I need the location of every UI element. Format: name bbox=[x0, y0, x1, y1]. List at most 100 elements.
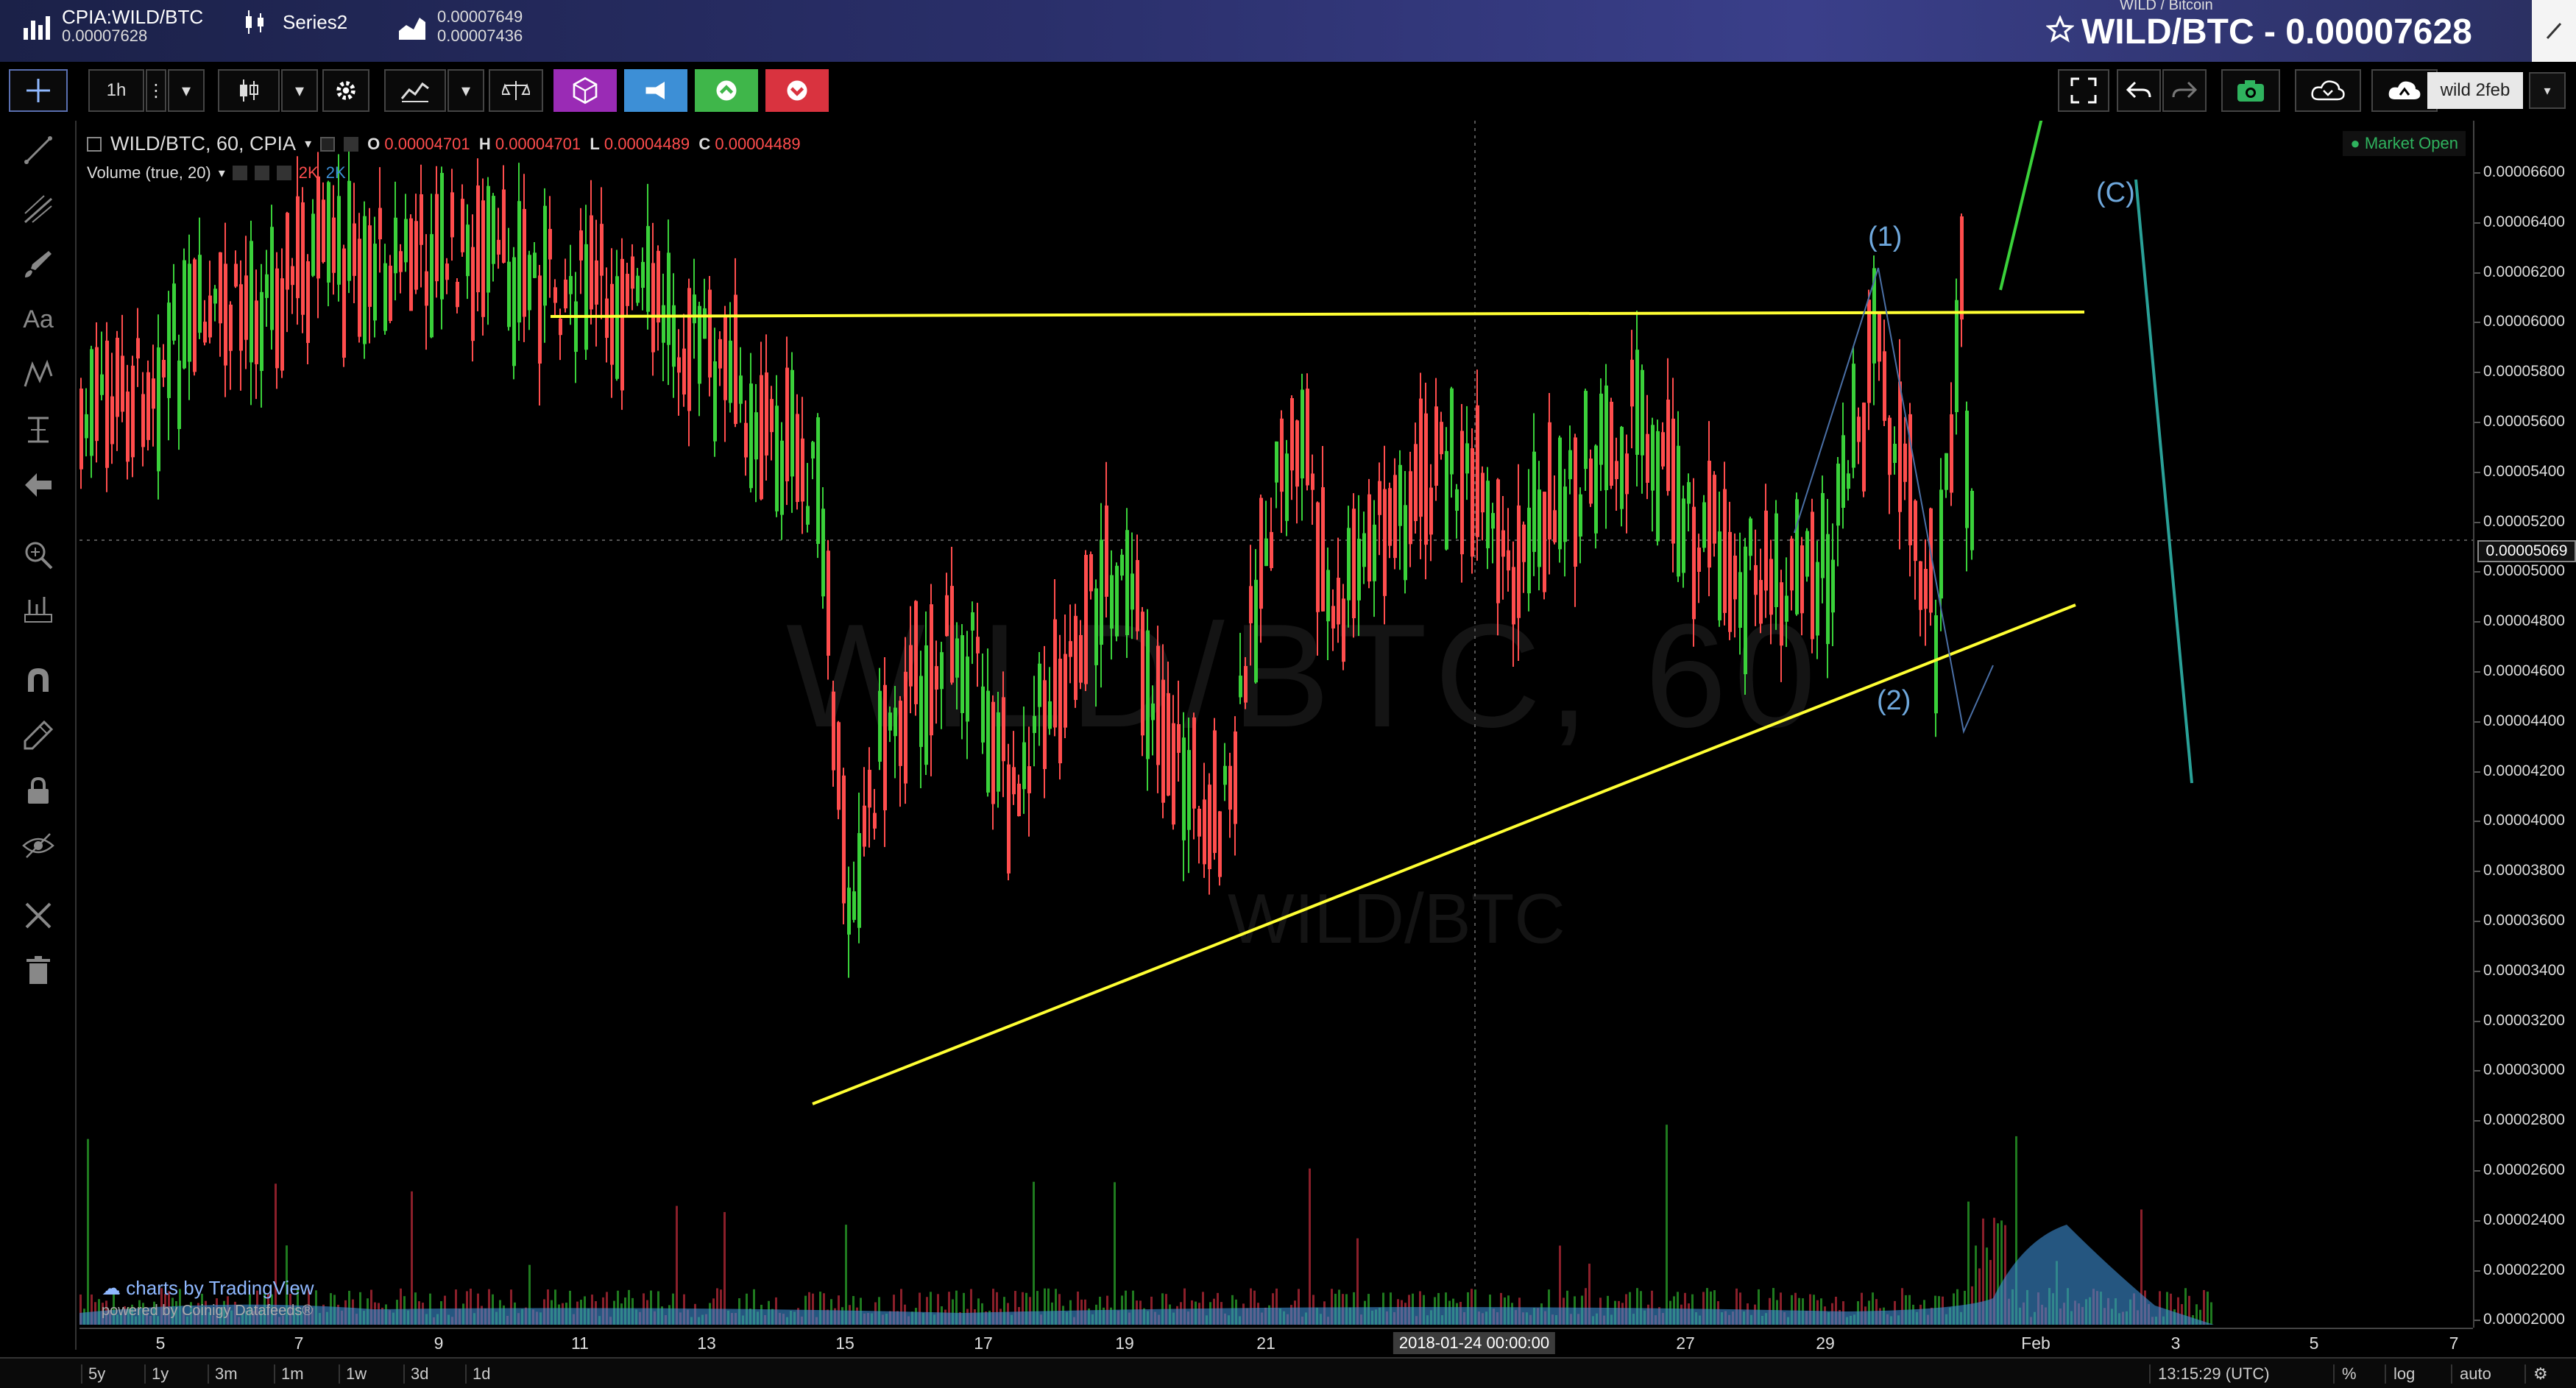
candle-body bbox=[590, 215, 593, 310]
wave-label-wave2[interactable]: (2) bbox=[1877, 685, 1911, 716]
trend-line-icon[interactable] bbox=[16, 128, 60, 172]
cloud-download-icon[interactable] bbox=[2295, 69, 2361, 112]
legend-toggle-icon[interactable] bbox=[87, 136, 102, 152]
candle-body bbox=[1486, 481, 1490, 548]
price-axis[interactable]: 0.00006600 0.00006400 0.00006200 0.00006000… bbox=[2473, 121, 2576, 1328]
megaphone-icon[interactable] bbox=[624, 69, 687, 112]
log-toggle[interactable]: log bbox=[2385, 1364, 2422, 1384]
candle-body bbox=[1759, 580, 1763, 624]
legend-title[interactable]: WILD/BTC, 60, CPIA bbox=[110, 132, 296, 155]
buy-up-icon[interactable] bbox=[695, 69, 758, 112]
candle-body bbox=[857, 833, 861, 928]
candle-body bbox=[1208, 785, 1211, 870]
indicators-icon[interactable] bbox=[384, 69, 446, 112]
interval-dropdown[interactable]: ▾ bbox=[168, 69, 205, 112]
symbol-block[interactable]: CPIA:WILD/BTC 0.00007628 bbox=[22, 7, 203, 46]
candle-body bbox=[888, 712, 892, 731]
range-button-1w[interactable]: 1w bbox=[339, 1364, 372, 1384]
brush-icon[interactable] bbox=[16, 242, 60, 286]
range-button-1d[interactable]: 1d bbox=[465, 1364, 496, 1384]
chart-type-dropdown[interactable]: ▾ bbox=[281, 69, 318, 112]
indicators-dropdown[interactable]: ▾ bbox=[447, 69, 484, 112]
magnet-icon[interactable] bbox=[16, 658, 60, 702]
measure-icon[interactable] bbox=[16, 408, 60, 452]
support-trendline[interactable] bbox=[812, 603, 2076, 1105]
candle-body bbox=[950, 586, 954, 683]
interval-button[interactable]: 1h bbox=[88, 69, 144, 112]
candle-body bbox=[1548, 422, 1551, 540]
candle-body bbox=[280, 278, 284, 371]
tradingview-logo-icon: ☁ bbox=[102, 1277, 121, 1299]
gear-icon[interactable] bbox=[322, 69, 369, 112]
fullscreen-icon[interactable] bbox=[2058, 69, 2109, 112]
candle-body bbox=[126, 392, 130, 462]
measure-ruler-icon[interactable] bbox=[16, 588, 60, 632]
tools-icon[interactable] bbox=[16, 893, 60, 938]
trash-icon[interactable] bbox=[16, 949, 60, 993]
tradingview-branding[interactable]: ☁ charts by TradingView powered by Coini… bbox=[102, 1278, 314, 1321]
candle-type-icon[interactable] bbox=[218, 69, 280, 112]
candle-body bbox=[662, 305, 665, 343]
settings-gear-icon[interactable]: ⚙ bbox=[2524, 1364, 2555, 1384]
legend-dropdown-icon[interactable]: ▾ bbox=[305, 136, 311, 152]
range-button-5y[interactable]: 5y bbox=[81, 1364, 111, 1384]
hide-drawings-icon[interactable] bbox=[16, 824, 60, 868]
cube-icon[interactable] bbox=[553, 69, 617, 112]
candle-body bbox=[1223, 765, 1227, 785]
candle-body bbox=[1290, 397, 1294, 471]
volume-dropdown-icon[interactable]: ▾ bbox=[219, 166, 225, 181]
candle-body bbox=[718, 339, 722, 369]
stay-in-drawing-icon[interactable] bbox=[16, 713, 60, 757]
candle-body bbox=[420, 194, 423, 245]
chart-pane[interactable]: WILD/BTC, 60 WILD/BTC (1) (2) (C) WILD/BTC… bbox=[79, 121, 2473, 1328]
range-button-3d[interactable]: 3d bbox=[403, 1364, 434, 1384]
volume-legend: Volume (true, 20) ▾ 2K 2K bbox=[87, 163, 346, 183]
candle-body bbox=[832, 691, 835, 771]
volume-settings-icon[interactable] bbox=[254, 166, 269, 180]
volume-eye-icon[interactable] bbox=[232, 166, 247, 180]
range-button-1m[interactable]: 1m bbox=[274, 1364, 310, 1384]
legend-settings-icon[interactable] bbox=[320, 136, 336, 152]
star-icon[interactable] bbox=[2045, 12, 2075, 52]
pair-title[interactable]: WILD/BTC - 0.00007628 bbox=[2045, 12, 2472, 52]
more-dots-icon[interactable]: ⋮ bbox=[146, 69, 166, 112]
crosshair-button[interactable] bbox=[9, 69, 68, 112]
pattern-icon[interactable] bbox=[16, 353, 60, 397]
lock-icon[interactable] bbox=[16, 768, 60, 812]
camera-icon[interactable] bbox=[2221, 69, 2280, 112]
redo-icon[interactable] bbox=[2162, 69, 2207, 112]
candle-body bbox=[760, 375, 763, 500]
range-button-1y[interactable]: 1y bbox=[144, 1364, 174, 1384]
legend-close-icon[interactable] bbox=[344, 136, 359, 152]
series-block[interactable]: Series2 bbox=[243, 7, 347, 37]
candle-body bbox=[1769, 559, 1773, 615]
compare-scale-icon[interactable] bbox=[489, 69, 543, 112]
arrow-left-icon[interactable] bbox=[16, 463, 60, 507]
time-axis[interactable]: 5 7 9 11 13 15 17 19 21 27 29 Feb 3 5 7 2018-01-24 00:0… bbox=[79, 1328, 2473, 1357]
candle-body bbox=[1136, 560, 1139, 631]
chart-layout-name[interactable]: wild 2feb bbox=[2427, 72, 2523, 109]
resistance-trendline[interactable] bbox=[550, 311, 2085, 318]
collapse-button[interactable] bbox=[2532, 0, 2576, 62]
volume-close-icon[interactable] bbox=[276, 166, 291, 180]
volume-title[interactable]: Volume (true, 20) bbox=[87, 163, 211, 183]
undo-icon[interactable] bbox=[2117, 69, 2161, 112]
wave-label-waveC[interactable]: (C) bbox=[2096, 177, 2135, 208]
percent-toggle[interactable]: % bbox=[2333, 1364, 2364, 1384]
candle-body bbox=[914, 601, 918, 704]
candle-body bbox=[1687, 482, 1691, 504]
sell-down-icon[interactable] bbox=[765, 69, 829, 112]
text-tool-icon[interactable]: Aa bbox=[16, 297, 60, 341]
fork-pitch-icon[interactable] bbox=[16, 187, 60, 231]
candle-body bbox=[378, 208, 382, 240]
range-button-3m[interactable]: 3m bbox=[208, 1364, 244, 1384]
candle-body bbox=[1939, 489, 1943, 599]
auto-scale-toggle[interactable]: auto bbox=[2451, 1364, 2499, 1384]
price-chart[interactable]: (1) (2) (C) bbox=[79, 121, 2473, 1328]
zoom-icon[interactable] bbox=[16, 533, 60, 577]
wave-label-wave1[interactable]: (1) bbox=[1868, 222, 1902, 252]
series-range-block[interactable]: 0.00007649 0.00007436 bbox=[397, 7, 523, 46]
candle-body bbox=[1022, 742, 1026, 790]
layout-dropdown-icon[interactable]: ▾ bbox=[2529, 72, 2566, 109]
candle-body bbox=[1079, 634, 1083, 683]
